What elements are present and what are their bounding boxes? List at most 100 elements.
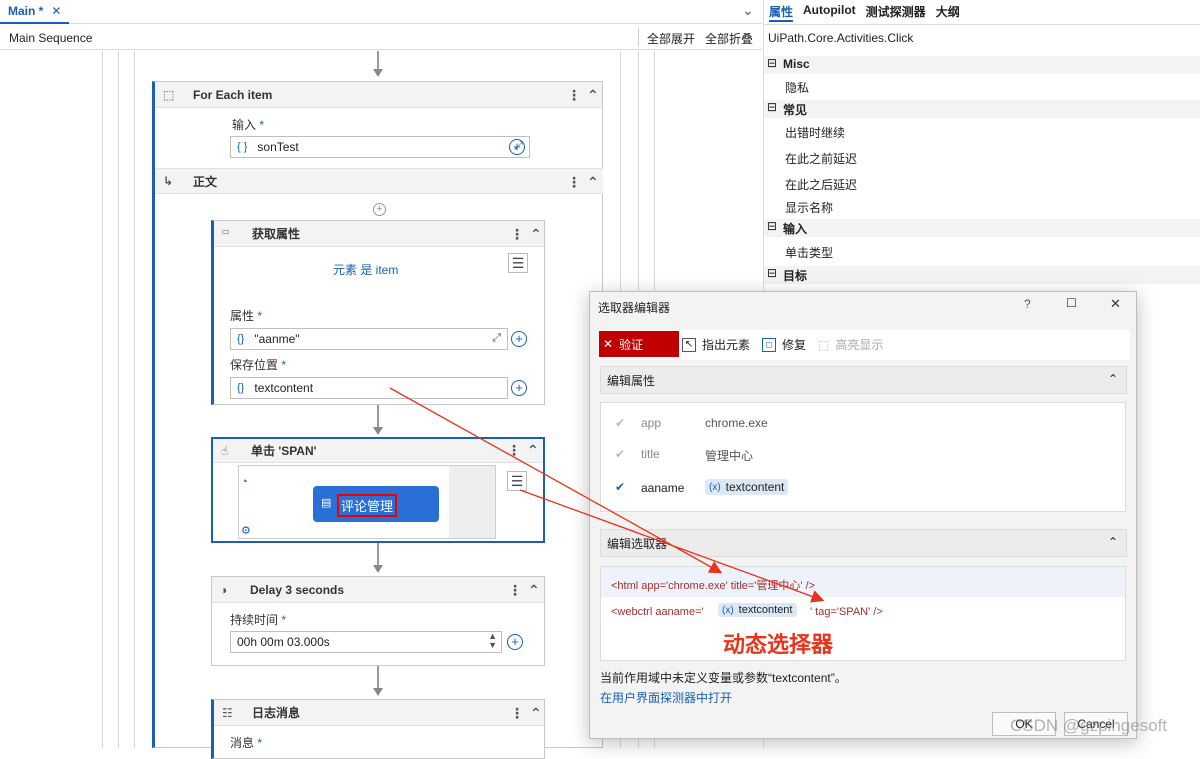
for-each-header[interactable]: ⬚ For Each item ⋮ ⌃ [155, 82, 602, 108]
collapse-section-icon[interactable]: ⊟ [767, 56, 777, 70]
warning-text: 当前作用域中未定义变量或参数“textcontent”。 [600, 671, 847, 685]
collapse-all-button[interactable]: 全部折叠 [705, 30, 753, 47]
collapse-icon[interactable]: ⌃ [527, 442, 539, 459]
more-options-icon[interactable]: ⋮ [508, 582, 522, 599]
validate-button[interactable]: ✕ 验证 [599, 331, 679, 357]
help-icon[interactable]: ? [1024, 297, 1031, 311]
tab-test-explorer[interactable]: 测试探测器 [866, 3, 926, 22]
edit-selector-header[interactable]: 编辑选取器 ⌃ [600, 529, 1127, 557]
attr-name-title: title [641, 447, 660, 461]
tab-outline[interactable]: 大纲 [936, 3, 960, 22]
add-icon[interactable]: + [507, 634, 523, 650]
flow-arrow-head [373, 688, 383, 696]
get-attribute-header[interactable]: ▭ 获取属性 ⋮ ⌃ [214, 221, 544, 247]
spinner-icon[interactable]: ▲ ▼ [488, 632, 497, 650]
attributes-list: ✔ app chrome.exe ✔ title 管理中心 ✔ aaname (… [600, 402, 1126, 512]
highlight-label: 高亮显示 [835, 338, 884, 352]
more-options-icon[interactable]: ⋮ [567, 174, 581, 191]
selector-variable-chip[interactable]: (x) textcontent [718, 603, 797, 617]
click-header[interactable]: ☝ 单击 'SPAN' ⋮ ⌃ [213, 439, 543, 463]
aaname-checkbox[interactable]: ✔ [614, 481, 626, 493]
attr-value-app: chrome.exe [705, 416, 768, 430]
property-section[interactable]: ⊟ 目标 [764, 266, 1200, 284]
collapse-section-icon[interactable]: ⊟ [767, 219, 777, 233]
section-label: 输入 [783, 222, 808, 236]
click-activity[interactable]: ☝ 单击 'SPAN' ⋮ ⌃ ◔ ⚙ ▤ 评论管理 ☰ [211, 437, 545, 543]
indicate-element-button[interactable]: ↖ 指出元素 [682, 336, 750, 353]
activity-class-name: UiPath.Core.Activities.Click [768, 31, 914, 45]
more-options-icon[interactable]: ⋮ [567, 87, 581, 104]
add-icon[interactable]: + [509, 139, 525, 155]
chevron-down-icon[interactable]: ⌄ [742, 2, 754, 19]
more-options-icon[interactable]: ⋮ [510, 705, 524, 722]
expand-editor-icon[interactable]: ⤢ [492, 332, 501, 345]
highlight-icon: ⬚ [818, 337, 830, 352]
property-label: 在此之前延迟 [785, 152, 858, 166]
body-label: 正文 [193, 174, 218, 189]
title-checkbox[interactable]: ✔ [614, 448, 626, 460]
menu-icon[interactable]: ☰ [507, 471, 527, 491]
duration-field[interactable]: 00h 00m 03.000s ▲ ▼ [230, 631, 502, 653]
repair-button[interactable]: ◻ 修复 [762, 336, 806, 353]
app-checkbox[interactable]: ✔ [614, 417, 626, 429]
add-icon[interactable]: + [511, 380, 527, 396]
collapse-icon[interactable]: ⌃ [528, 582, 540, 599]
get-attribute-activity[interactable]: ▭ 获取属性 ⋮ ⌃ 元素 是 item ☰ 属性 * {} "aanme" ⤢… [211, 220, 545, 405]
get-attribute-icon: ▭ [222, 226, 230, 236]
flow-arrow-head [373, 565, 383, 573]
attr-value-aaname[interactable]: (x) textcontent [705, 479, 789, 495]
expand-all-button[interactable]: 全部展开 [647, 30, 695, 47]
tab-autopilot[interactable]: Autopilot [803, 3, 856, 22]
target-element-text[interactable]: 元素 是 item [333, 261, 398, 278]
indicate-element-label: 指出元素 [702, 338, 751, 352]
save-location-field[interactable]: {} textcontent [230, 377, 508, 399]
clock-icon: ◑ [220, 582, 228, 597]
dialog-title: 选取器编辑器 [598, 301, 671, 315]
divider [638, 28, 639, 46]
property-section[interactable]: ⊟ 输入 [764, 219, 1200, 237]
property-section[interactable]: ⊟ Misc [764, 56, 1200, 74]
chevron-up-icon[interactable]: ⌃ [1108, 372, 1118, 386]
maximize-icon[interactable]: ☐ [1066, 296, 1077, 310]
close-icon[interactable]: ✕ [51, 4, 61, 18]
collapse-section-icon[interactable]: ⊟ [767, 266, 777, 280]
delay-activity[interactable]: ◑ Delay 3 seconds ⋮ ⌃ 持续时间 * 00h 00m 03.… [211, 576, 545, 666]
variable-icon: (x) [709, 481, 721, 493]
highlight-button[interactable]: ⬚ 高亮显示 [818, 336, 883, 353]
collapse-icon[interactable]: ⌃ [587, 174, 599, 191]
log-title: 日志消息 [252, 706, 301, 720]
tab-properties[interactable]: 属性 [769, 3, 794, 22]
property-label: 隐私 [785, 81, 810, 95]
property-section[interactable]: ⊟ 常见 [764, 100, 1200, 118]
more-options-icon[interactable]: ⋮ [510, 226, 524, 243]
property-label: 出错时继续 [785, 126, 846, 140]
collapse-icon[interactable]: ⌃ [587, 87, 599, 104]
body-header[interactable]: ↳ 正文 ⋮ ⌃ [155, 168, 603, 194]
menu-icon[interactable]: ☰ [508, 253, 528, 273]
divider [764, 24, 1200, 25]
foreach-input-field[interactable]: { } sonTest ⤢ [230, 136, 530, 158]
collapse-icon[interactable]: ⌃ [530, 226, 542, 243]
log-message-activity[interactable]: ☷ 日志消息 ⋮ ⌃ 消息 * [211, 699, 545, 759]
tab-main[interactable]: Main * ✕ [0, 0, 70, 24]
close-icon[interactable]: ✕ [1110, 296, 1121, 312]
open-in-ui-explorer-link[interactable]: 在用户界面探测器中打开 [600, 689, 732, 706]
selector-editor-area[interactable]: <html app='chrome.exe' title='管理中心' /> <… [600, 566, 1126, 661]
more-options-icon[interactable]: ⋮ [507, 442, 521, 459]
edit-attributes-header[interactable]: 编辑属性 ⌃ [600, 366, 1127, 394]
attribute-field[interactable]: {} "aanme" ⤢ [230, 328, 508, 350]
insert-activity-icon[interactable]: + [373, 203, 386, 216]
section-label: 常见 [783, 103, 808, 117]
selector-line-2-prefix: <webctrl aaname=' [611, 606, 704, 618]
document-icon: ▤ [321, 497, 332, 509]
add-icon[interactable]: + [511, 331, 527, 347]
collapse-section-icon[interactable]: ⊟ [767, 100, 777, 114]
delay-header[interactable]: ◑ Delay 3 seconds ⋮ ⌃ [212, 577, 544, 603]
chevron-up-icon[interactable]: ⌃ [1108, 535, 1118, 549]
chart-icon: ◔ [241, 476, 248, 488]
log-header[interactable]: ☷ 日志消息 ⋮ ⌃ [214, 700, 544, 726]
expression-icon: {} [237, 333, 245, 345]
collapse-icon[interactable]: ⌃ [530, 705, 542, 722]
message-label: 消息 * [230, 736, 263, 750]
log-icon: ☷ [222, 705, 233, 720]
